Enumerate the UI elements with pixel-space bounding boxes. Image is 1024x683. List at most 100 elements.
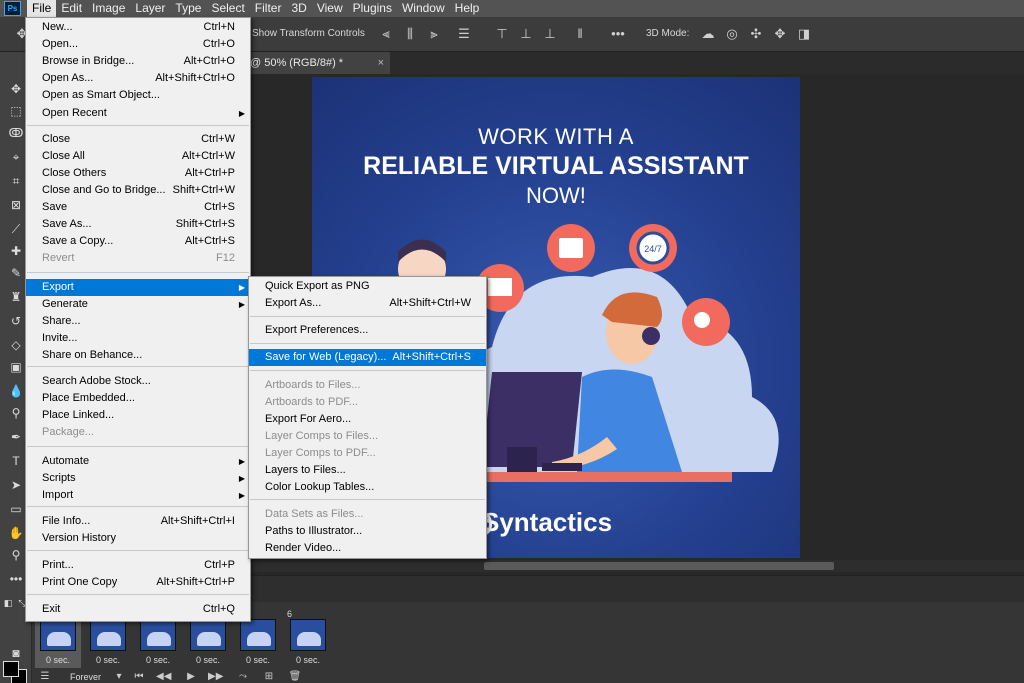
eraser-tool-icon[interactable]: ◇	[7, 336, 25, 354]
previous-frame-icon[interactable]: ◀◀	[156, 670, 171, 683]
move-tool-icon[interactable]: ✥	[7, 80, 25, 98]
menu-item-close-others[interactable]: Close Others Alt+Ctrl+P	[26, 165, 250, 182]
align-left-icon[interactable]: ⫷	[378, 26, 394, 42]
frame-duration[interactable]: 0 sec.	[185, 655, 231, 665]
menu-item-save-as[interactable]: Save As... Shift+Ctrl+S	[26, 216, 250, 233]
type-tool-icon[interactable]: T	[7, 452, 25, 470]
menu-item-layers-to-files[interactable]: Layers to Files...	[249, 462, 486, 479]
menu-item-open-as[interactable]: Open As... Alt+Shift+Ctrl+O	[26, 70, 250, 87]
menu-item-version-history[interactable]: Version History	[26, 530, 250, 547]
scrollbar-thumb[interactable]	[484, 562, 834, 570]
menu-item-scripts[interactable]: Scripts ▶	[26, 470, 250, 487]
frame-thumbnail[interactable]	[40, 619, 76, 651]
menu-filter[interactable]: Filter	[250, 0, 287, 17]
menu-layer[interactable]: Layer	[130, 0, 170, 17]
foreground-color-swatch[interactable]	[3, 661, 19, 677]
menu-item-new[interactable]: New... Ctrl+N	[26, 19, 250, 36]
menu-item-color-lookup-tables[interactable]: Color Lookup Tables...	[249, 479, 486, 496]
menu-item-place-linked[interactable]: Place Linked...	[26, 407, 250, 424]
menu-item-close[interactable]: Close Ctrl+W	[26, 131, 250, 148]
hand-tool-icon[interactable]: ✋	[7, 524, 25, 542]
menu-item-share[interactable]: Share...	[26, 313, 250, 330]
next-frame-icon[interactable]: ▶▶	[208, 670, 223, 683]
menu-item-generate[interactable]: Generate ▶	[26, 296, 250, 313]
brush-tool-icon[interactable]: ✎	[7, 264, 25, 282]
menu-item-save[interactable]: Save Ctrl+S	[26, 199, 250, 216]
menu-item-share-on-behance[interactable]: Share on Behance...	[26, 347, 250, 364]
menu-item-close-and-go-to-bridge[interactable]: Close and Go to Bridge... Shift+Ctrl+W	[26, 182, 250, 199]
menu-select[interactable]: Select	[206, 0, 249, 17]
menu-item-place-embedded[interactable]: Place Embedded...	[26, 390, 250, 407]
rectangle-tool-icon[interactable]: ▭	[7, 500, 25, 518]
align-top-icon[interactable]: ⊤	[494, 26, 510, 42]
menu-edit[interactable]: Edit	[56, 0, 87, 17]
loop-dropdown-icon[interactable]: ▾	[112, 670, 126, 683]
first-frame-icon[interactable]: ⏮	[132, 670, 146, 683]
menu-item-save-for-web-legacy[interactable]: Save for Web (Legacy)... Alt+Shift+Ctrl+S	[249, 349, 486, 366]
tween-icon[interactable]: ⤳	[236, 670, 250, 683]
distribute-icon[interactable]: ☰	[456, 26, 472, 42]
menu-item-quick-export-as-png[interactable]: Quick Export as PNG	[249, 278, 486, 295]
convert-icon[interactable]: ☰	[38, 670, 52, 683]
menu-item-export-as[interactable]: Export As... Alt+Shift+Ctrl+W	[249, 295, 486, 312]
frame-duration[interactable]: 0 sec.	[85, 655, 131, 665]
menu-item-render-video[interactable]: Render Video...	[249, 540, 486, 557]
menu-item-close-all[interactable]: Close All Alt+Ctrl+W	[26, 148, 250, 165]
menu-item-open-as-smart-object[interactable]: Open as Smart Object...	[26, 87, 250, 104]
more-tools-icon[interactable]: •••	[7, 570, 25, 588]
frame-duration[interactable]: 0 sec.	[285, 655, 331, 665]
3d-orbit-icon[interactable]: ☁	[700, 26, 716, 42]
menu-file[interactable]: File	[27, 0, 57, 17]
menu-item-export-for-aero[interactable]: Export For Aero...	[249, 411, 486, 428]
path-select-tool-icon[interactable]: ➤	[7, 476, 25, 494]
frame-thumbnail[interactable]	[240, 619, 276, 651]
align-middle-icon[interactable]: ⊥	[518, 26, 534, 42]
frame-duration[interactable]: 0 sec.	[235, 655, 281, 665]
menu-plugins[interactable]: Plugins	[348, 0, 397, 17]
gradient-tool-icon[interactable]: ▣	[7, 358, 25, 376]
stamp-tool-icon[interactable]: ♜	[7, 288, 25, 306]
menu-type[interactable]: Type	[170, 0, 206, 17]
delete-frame-icon[interactable]: 🗑	[288, 670, 302, 683]
menu-item-search-adobe-stock[interactable]: Search Adobe Stock...	[26, 373, 250, 390]
menu-item-open-recent[interactable]: Open Recent ▶	[26, 105, 250, 122]
frame-tool-icon[interactable]: ⊠	[7, 196, 25, 214]
menu-item-import[interactable]: Import ▶	[26, 487, 250, 504]
quick-mask-icon[interactable]: ◙	[7, 644, 25, 662]
menu-item-save-a-copy[interactable]: Save a Copy... Alt+Ctrl+S	[26, 233, 250, 250]
menu-item-file-info[interactable]: File Info... Alt+Shift+Ctrl+I	[26, 513, 250, 530]
menu-item-print-one-copy[interactable]: Print One Copy Alt+Shift+Ctrl+P	[26, 574, 250, 591]
frame-thumbnail[interactable]	[190, 619, 226, 651]
menu-item-invite[interactable]: Invite...	[26, 330, 250, 347]
menu-item-automate[interactable]: Automate ▶	[26, 453, 250, 470]
menu-item-exit[interactable]: Exit Ctrl+Q	[26, 601, 250, 618]
document-tab[interactable]: @ 50% (RGB/8#) * ×	[250, 52, 390, 74]
healing-tool-icon[interactable]: ✚	[7, 242, 25, 260]
blur-tool-icon[interactable]: 💧	[7, 382, 25, 400]
duplicate-frame-icon[interactable]: ⊞	[262, 670, 276, 683]
3d-slide-icon[interactable]: ✥	[772, 26, 788, 42]
play-icon[interactable]: ▶	[184, 670, 198, 683]
frame-thumbnail[interactable]	[290, 619, 326, 651]
menu-item-open[interactable]: Open... Ctrl+O	[26, 36, 250, 53]
eyedropper-tool-icon[interactable]: ⟋	[7, 220, 25, 238]
dodge-tool-icon[interactable]: ⚲	[7, 404, 25, 422]
pen-tool-icon[interactable]: ✒	[7, 428, 25, 446]
menu-window[interactable]: Window	[397, 0, 450, 17]
3d-pan-icon[interactable]: ✣	[748, 26, 764, 42]
timeline-frame[interactable]: 6 0 sec.	[285, 608, 331, 668]
frame-thumbnail[interactable]	[90, 619, 126, 651]
history-brush-tool-icon[interactable]: ↺	[7, 312, 25, 330]
distribute-vertical-icon[interactable]: ‖	[572, 26, 588, 42]
frame-thumbnail[interactable]	[140, 619, 176, 651]
3d-roll-icon[interactable]: ◎	[724, 26, 740, 42]
menu-item-export-preferences[interactable]: Export Preferences...	[249, 322, 486, 339]
menu-item-browse-in-bridge[interactable]: Browse in Bridge... Alt+Ctrl+O	[26, 53, 250, 70]
frame-duration[interactable]: 0 sec.	[135, 655, 181, 665]
menu-image[interactable]: Image	[87, 0, 130, 17]
menu-item-paths-to-illustrator[interactable]: Paths to Illustrator...	[249, 523, 486, 540]
3d-camera-icon[interactable]: ◨	[796, 26, 812, 42]
zoom-tool-icon[interactable]: ⚲	[7, 546, 25, 564]
more-options-icon[interactable]: •••	[610, 26, 626, 42]
close-icon[interactable]: ×	[378, 52, 384, 74]
